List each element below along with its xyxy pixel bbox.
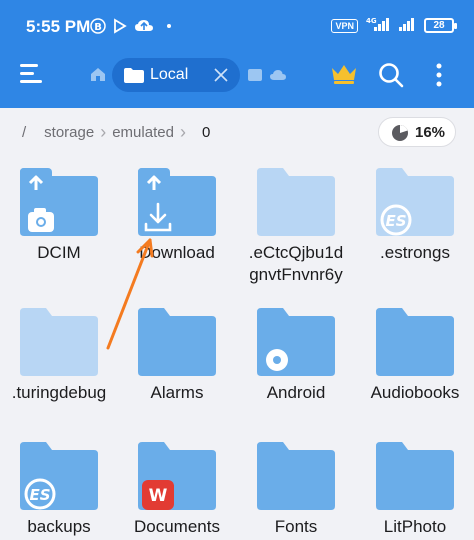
wps-icon: W — [142, 480, 174, 510]
folder-icon — [20, 168, 98, 236]
pie-chart-icon — [391, 124, 409, 147]
folder-item[interactable]: W Documents — [118, 434, 236, 540]
folder-name: Android — [266, 383, 326, 402]
folder-name: Documents — [134, 517, 220, 536]
folder-icon — [138, 308, 216, 376]
tab-local[interactable]: Local — [112, 58, 240, 92]
folder-name: DCIM — [37, 243, 81, 262]
battery-indicator: 28 — [424, 18, 457, 33]
status-bar: 5:55 PM B VPN 4G 28 — [0, 0, 474, 48]
chevron-right-icon: › — [100, 122, 107, 142]
signal-icon — [398, 16, 416, 35]
folder-name: Audiobooks — [370, 383, 460, 402]
folder-item[interactable]: DCIM — [0, 160, 118, 290]
folder-icon — [138, 168, 216, 236]
window-icon[interactable] — [248, 68, 262, 86]
folder-name: Fonts — [274, 517, 318, 536]
breadcrumb-emulated[interactable]: emulated — [112, 124, 174, 141]
breadcrumb-root[interactable]: / — [22, 124, 26, 141]
svg-text:B: B — [94, 22, 102, 33]
breadcrumb: / › storage › emulated › 0 — [22, 122, 210, 143]
crown-icon[interactable] — [330, 62, 358, 91]
folder-icon — [124, 68, 144, 88]
close-icon[interactable] — [214, 68, 228, 87]
folder-name: LitPhoto — [383, 517, 447, 536]
folder-icon: W — [138, 442, 216, 510]
status-right-group: VPN 4G 28 — [331, 16, 457, 35]
folder-name: .eCtcQjbu1d gnvtFnvnr6y — [248, 243, 344, 284]
bluetooth-b-icon: B — [90, 18, 106, 39]
storage-usage-button[interactable]: 16% — [378, 117, 456, 147]
folder-icon — [376, 308, 454, 376]
folder-item[interactable]: Alarms — [118, 300, 236, 430]
menu-icon[interactable] — [20, 64, 44, 84]
tab-local-label: Local — [150, 66, 189, 83]
folder-icon — [257, 168, 335, 236]
vpn-badge: VPN — [331, 18, 358, 33]
more-dots-icon — [162, 18, 176, 39]
folder-name: .estrongs — [380, 243, 450, 262]
svg-text:ES: ES — [29, 486, 50, 504]
folder-name: .turingdebug — [11, 383, 107, 402]
folder-icon — [20, 308, 98, 376]
storage-usage-percent: 16% — [415, 124, 446, 141]
folder-icon: ES — [20, 442, 98, 510]
folder-name: Alarms — [150, 383, 204, 402]
home-icon[interactable] — [90, 66, 106, 87]
signal-4g-icon: 4G — [366, 16, 390, 35]
toolbar: Local — [0, 52, 474, 100]
svg-text:W: W — [149, 486, 168, 506]
folder-item[interactable]: LitPhoto — [356, 434, 474, 540]
folder-icon — [257, 442, 335, 510]
folder-name: Download — [139, 243, 215, 262]
folder-name: backups — [27, 517, 91, 536]
folder-item[interactable]: .eCtcQjbu1d gnvtFnvnr6y — [237, 160, 355, 290]
cloud-icon[interactable] — [270, 68, 286, 86]
folder-icon — [257, 308, 335, 376]
top-app-bar: 5:55 PM B VPN 4G 28 Local — [0, 0, 474, 108]
svg-text:4G: 4G — [366, 17, 377, 25]
folder-item[interactable]: ES .estrongs — [356, 160, 474, 290]
chevron-right-icon: › — [179, 122, 186, 142]
folder-item[interactable]: Android — [237, 300, 355, 430]
folder-item[interactable]: Download — [118, 160, 236, 290]
folder-icon — [376, 442, 454, 510]
overflow-menu-icon[interactable] — [436, 62, 442, 93]
folder-item[interactable]: Audiobooks — [356, 300, 474, 430]
search-icon[interactable] — [378, 62, 404, 93]
folder-icon: ES — [376, 168, 454, 236]
folder-item[interactable]: .turingdebug — [0, 300, 118, 430]
play-store-icon — [112, 18, 128, 39]
status-time: 5:55 PM — [26, 17, 91, 36]
cloud-upload-icon — [134, 18, 154, 39]
gear-icon — [266, 349, 288, 371]
folder-item[interactable]: ES backups — [0, 434, 118, 540]
breadcrumb-storage[interactable]: storage — [44, 124, 94, 141]
breadcrumb-current[interactable]: 0 — [202, 124, 210, 141]
svg-text:ES: ES — [385, 212, 406, 230]
folder-item[interactable]: Fonts — [237, 434, 355, 540]
